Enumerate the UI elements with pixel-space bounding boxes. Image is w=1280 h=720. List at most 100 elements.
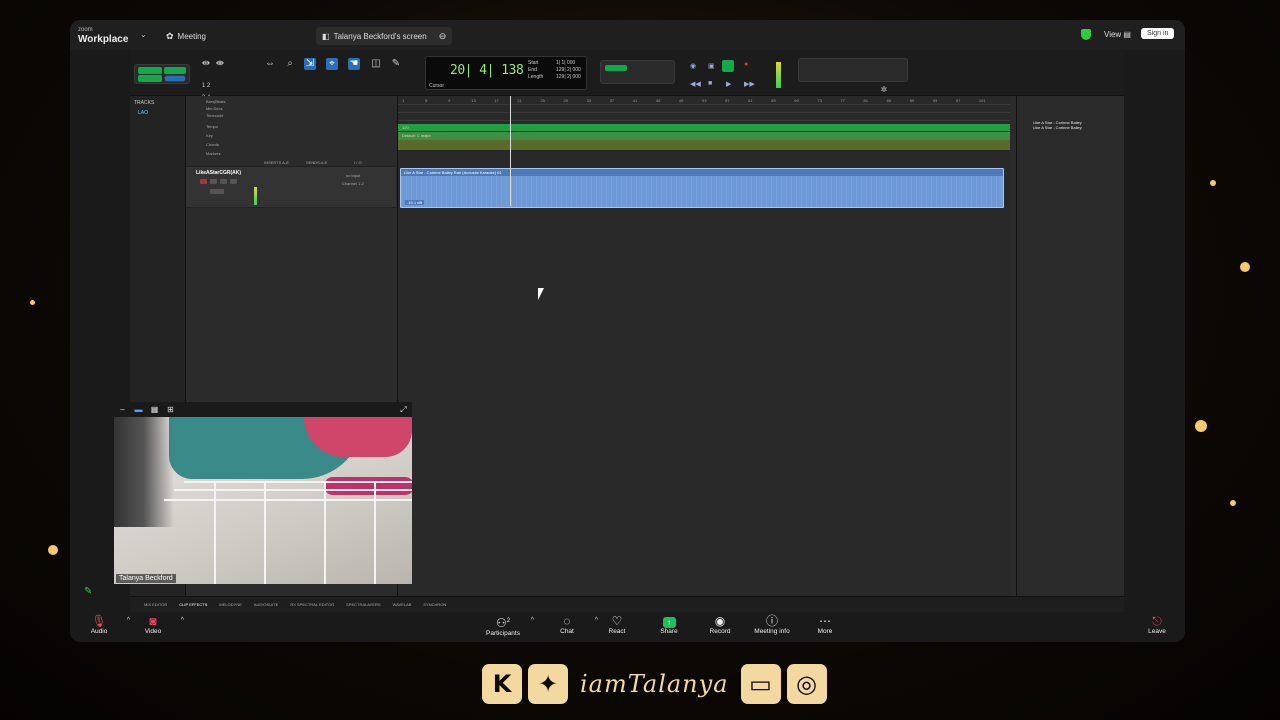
record-enable-button[interactable] — [200, 179, 207, 184]
main-counter[interactable]: 20| 4| 138 Start End Length 1| 1| 000 12… — [425, 56, 587, 90]
record-icon[interactable]: ● — [744, 61, 748, 68]
chords-ruler-lane[interactable] — [398, 140, 1010, 150]
video-scene — [114, 417, 174, 527]
zoomer-icon[interactable]: ⇔ — [264, 58, 276, 70]
shield-icon[interactable] — [1081, 29, 1091, 40]
shuffle-button[interactable] — [138, 67, 162, 74]
more-button[interactable]: ⋯ More — [800, 615, 850, 636]
counter-value: 20| 4| 138 — [450, 63, 524, 78]
click-button[interactable] — [722, 60, 734, 72]
participants-icon: ⚇2 — [495, 616, 511, 630]
tab-wavelab[interactable]: WAVELAB — [393, 602, 412, 607]
screen-share-icon: ◧ — [322, 31, 330, 41]
video-thumbnail-window[interactable]: – ▬ ▦ ⊞ ⤢ Talanya Beckford — [114, 402, 412, 584]
ruler-tick-label: 85 — [886, 98, 892, 103]
tab-clip-effects[interactable]: CLIP EFFECTS — [179, 602, 207, 607]
pencil-tool-icon[interactable]: ✎ — [390, 58, 402, 70]
output-selector[interactable]: Channel 1-2 — [342, 181, 364, 186]
caret-up-icon[interactable]: ^ — [181, 617, 184, 624]
play-icon[interactable]: ▶ — [726, 80, 731, 88]
ruler-min-secs: Min:Secs — [206, 106, 223, 111]
tab-label: Meeting — [177, 31, 207, 41]
speaker-view-icon[interactable]: ▬ — [134, 405, 143, 414]
gear-icon[interactable]: ✲ — [878, 84, 890, 96]
grabber-tool-icon[interactable]: ☚ — [348, 58, 360, 70]
expand-icon[interactable]: ⤢ — [399, 405, 408, 414]
audio-button[interactable]: 🎙 Audio ^ — [74, 614, 130, 636]
spot-button[interactable] — [164, 67, 186, 74]
grid-nudge-box[interactable] — [600, 60, 675, 84]
ruler-divider — [398, 120, 1010, 121]
leave-button[interactable]: ⎋ Leave — [1132, 615, 1182, 636]
search-icon[interactable]: ⌕ — [284, 58, 296, 70]
react-button[interactable]: ♡ React — [592, 615, 642, 636]
video-button[interactable]: ◙ Video ^ — [128, 615, 184, 636]
clips-list-panel: Like A Star - Corinne Bailey Like A Star… — [1016, 96, 1124, 596]
rewind-icon[interactable]: ◀◀ — [690, 80, 701, 88]
midi-box[interactable] — [798, 58, 908, 82]
mute-button[interactable] — [230, 179, 237, 184]
fast-forward-icon[interactable]: ▶▶ — [744, 80, 755, 88]
sign-in-button[interactable]: Sign in — [1141, 28, 1175, 39]
audio-track-header[interactable]: LikeAStarCGR(AK) no input Channel 1-2 — [186, 166, 396, 208]
share-button[interactable]: ↑ Share — [644, 615, 694, 635]
tempo-ruler-lane[interactable]: 120 — [398, 124, 1010, 131]
input-selector[interactable]: no input — [346, 173, 360, 178]
ruler-tick-label: 9 — [448, 98, 451, 103]
tracks-list-item[interactable]: LAO — [130, 110, 185, 116]
participants-button[interactable]: ⚇2 Participants ^ — [478, 615, 534, 638]
control-label: Chat — [560, 628, 574, 635]
tab-shared-screen[interactable]: ◧ Talanya Beckford's screen ⊖ — [316, 27, 453, 45]
caret-up-icon[interactable]: ^ — [531, 617, 534, 624]
microphone-muted-icon: 🎙 — [91, 614, 107, 628]
selector-tool-icon[interactable]: ⌖ — [326, 58, 338, 70]
edit-timeline[interactable]: 1 5 9 13 17 21 25 29 33 37 41 45 49 53 57 61 65 69 73 77 81 8… — [398, 96, 1010, 596]
online-icon[interactable]: ◉ — [690, 62, 696, 70]
video-scene — [374, 481, 376, 584]
twitch-icon: ▭ — [740, 664, 781, 704]
audio-clip[interactable]: Like A Star - Corinne Bailey Rae (Acoust… — [400, 168, 1004, 208]
minus-circle-icon[interactable]: ⊖ — [439, 31, 447, 42]
record-button[interactable]: ◉ Record — [695, 615, 745, 636]
control-label: Record — [709, 628, 731, 635]
solo-button[interactable] — [220, 179, 227, 184]
zoom-preset-icons[interactable]: 1 2 3 4 5 — [200, 80, 212, 113]
loop-icon[interactable]: ▣ — [708, 62, 715, 70]
meeting-info-button[interactable]: ⓘ Meeting info — [747, 615, 797, 636]
clip-gain[interactable]: -15.1 dB — [405, 200, 425, 205]
cursor-label: Cursor — [429, 83, 445, 89]
control-label: Share — [660, 628, 678, 635]
zoom-icon[interactable]: ⇹ — [200, 58, 212, 70]
gallery-view-icon[interactable]: ⊞ — [166, 405, 175, 414]
tab-meeting[interactable]: ✿ Meeting — [166, 27, 206, 45]
scrubber-tool-icon[interactable]: ◫ — [370, 58, 382, 70]
tab-synchron[interactable]: SYNCHRON — [423, 602, 446, 607]
ruler-tick-label: 45 — [655, 98, 661, 103]
video-scene — [324, 477, 412, 495]
tab-spectralayers[interactable]: SPECTRALAYERS — [346, 602, 380, 607]
chat-button[interactable]: ◌ Chat ^ — [542, 615, 598, 636]
tab-audiosuite[interactable]: AUDIOSUITE — [254, 602, 278, 607]
pencil-annotate-icon[interactable]: ✎ — [84, 586, 92, 597]
grid-button[interactable] — [164, 75, 186, 82]
trim-tool-icon[interactable]: ⇲ — [304, 58, 316, 70]
key-ruler-lane[interactable]: Default: C major — [398, 132, 1010, 140]
chevron-down-icon[interactable]: ⌄ — [140, 30, 147, 39]
clip-list-item[interactable]: Like A Star - Corinne Bailey — [1017, 125, 1124, 130]
tab-rx-spectral-editor[interactable]: RX SPECTRAL EDITOR — [290, 602, 334, 607]
view-button[interactable]: View ▤ — [1104, 30, 1131, 39]
thumbnail-view-icon[interactable]: ▦ — [150, 405, 159, 414]
track-name[interactable]: LikeAStarCGR(AK) — [196, 170, 241, 176]
waveform-view-button[interactable] — [210, 189, 224, 194]
zoom-vertical-icon[interactable]: ⇼ — [214, 58, 226, 70]
minimize-icon[interactable]: – — [118, 405, 127, 414]
video-scene — [264, 481, 266, 584]
zoom-logo: zoom Workplace — [78, 26, 138, 45]
slip-button[interactable] — [138, 75, 162, 82]
input-monitor-button[interactable] — [210, 179, 217, 184]
tab-mix-editor[interactable]: MIX EDITOR — [144, 602, 167, 607]
playhead-cursor[interactable] — [510, 96, 511, 206]
grid-green-button[interactable] — [605, 65, 627, 71]
tab-melodyne[interactable]: MELODYNE — [219, 602, 241, 607]
stop-icon[interactable]: ■ — [708, 80, 712, 87]
